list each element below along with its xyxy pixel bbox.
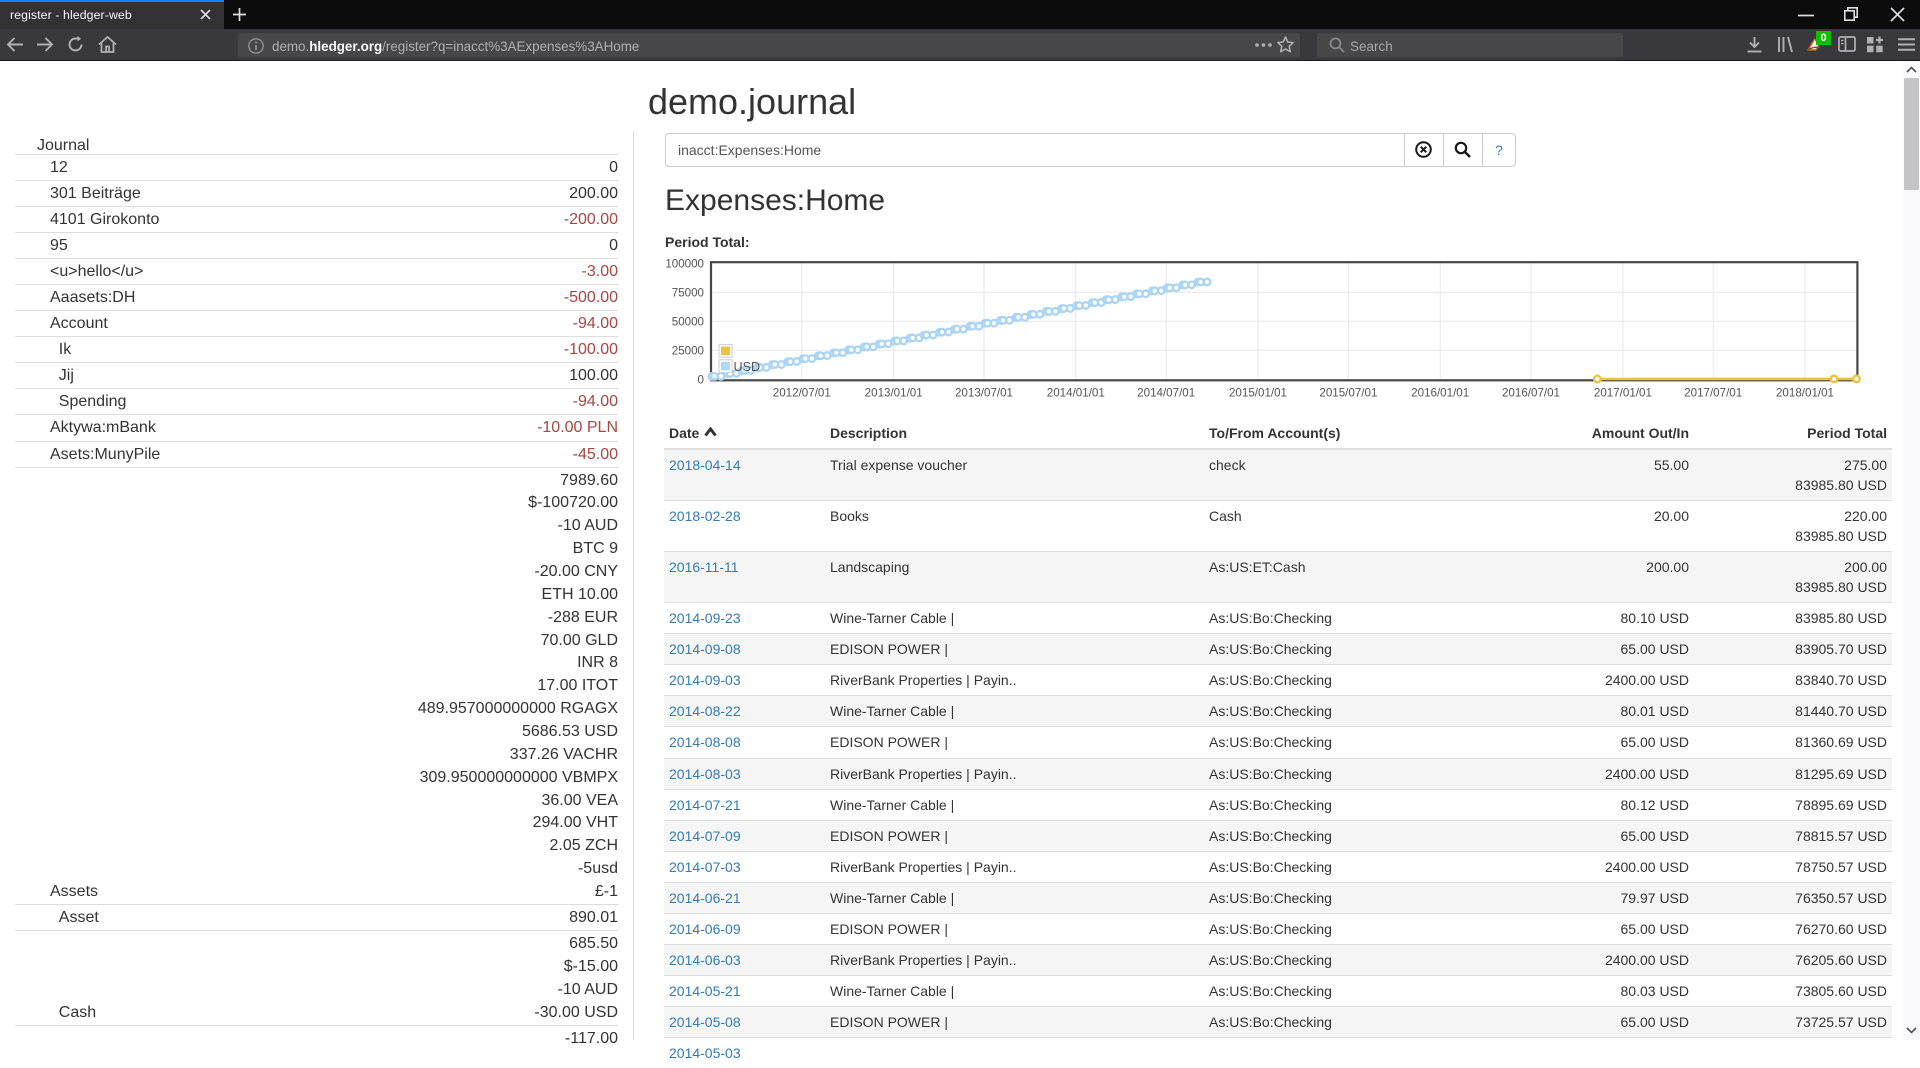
svg-text:50000: 50000 [672,315,704,328]
svg-text:2016/07/01: 2016/07/01 [1502,386,1560,399]
svg-text:100000: 100000 [665,257,704,270]
svg-text:75000: 75000 [672,286,704,299]
svg-text:2015/01/01: 2015/01/01 [1229,386,1287,399]
svg-text:25000: 25000 [672,344,704,357]
svg-text:2013/07/01: 2013/07/01 [955,386,1013,399]
svg-text:2014/01/01: 2014/01/01 [1047,386,1105,399]
svg-text:2014/07/01: 2014/07/01 [1137,386,1195,399]
svg-text:USD: USD [734,360,761,374]
svg-text:2017/01/01: 2017/01/01 [1594,386,1652,399]
svg-text:2016/01/01: 2016/01/01 [1411,386,1469,399]
svg-text:2018/01/01: 2018/01/01 [1776,386,1834,399]
svg-text:2017/07/01: 2017/07/01 [1684,386,1742,399]
svg-text:2015/07/01: 2015/07/01 [1319,386,1377,399]
svg-text:2013/01/01: 2013/01/01 [865,386,923,399]
svg-text:0: 0 [698,373,704,386]
svg-text:2012/07/01: 2012/07/01 [773,386,831,399]
